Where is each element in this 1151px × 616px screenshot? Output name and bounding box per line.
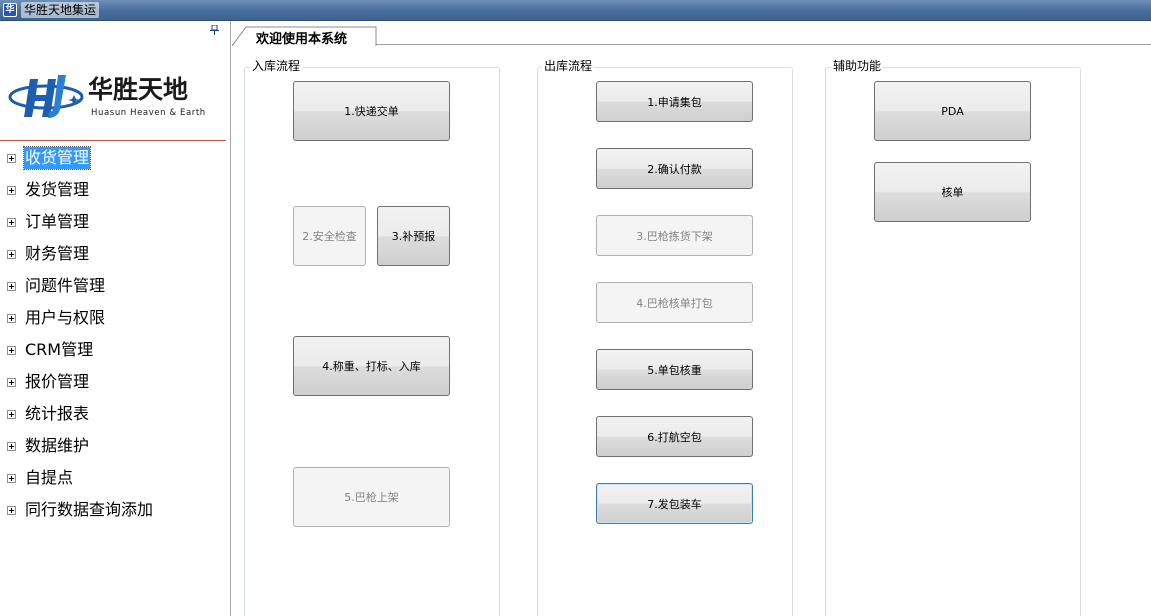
expand-icon[interactable] (7, 346, 16, 355)
nav-item-label[interactable]: CRM管理 (24, 339, 94, 361)
expand-icon[interactable] (7, 474, 16, 483)
app-icon: 华 (3, 3, 17, 17)
express-handover-button[interactable]: 1.快递交单 (293, 81, 450, 141)
pda-button[interactable]: PDA (874, 81, 1031, 141)
expand-icon[interactable] (7, 154, 16, 163)
supplement-forecast-button[interactable]: 3.补预报 (377, 206, 450, 266)
nav-item-label[interactable]: 订单管理 (24, 211, 90, 233)
dispatch-load-button[interactable]: 7.发包装车 (596, 483, 753, 524)
expand-icon[interactable] (7, 314, 16, 323)
nav-item-quotes[interactable]: 报价管理 (0, 367, 230, 399)
expand-icon[interactable] (7, 218, 16, 227)
window-title-bar[interactable]: 华 华胜天地集运 (0, 0, 1151, 21)
request-consolidation-button[interactable]: 1.申请集包 (596, 81, 753, 122)
group-title-outbound: 出库流程 (542, 59, 595, 73)
nav-item-orders[interactable]: 订单管理 (0, 207, 230, 239)
scanner-verify-pack-button[interactable]: 4.巴枪核单打包 (596, 282, 753, 323)
tab-label[interactable]: 欢迎使用本系统 (256, 28, 347, 47)
nav-item-data-maintenance[interactable]: 数据维护 (0, 431, 230, 463)
nav-item-label[interactable]: 统计报表 (24, 403, 90, 425)
group-auxiliary (825, 67, 1081, 616)
nav-item-problem-parcels[interactable]: 问题件管理 (0, 271, 230, 303)
security-check-button[interactable]: 2.安全检查 (293, 206, 366, 266)
group-title-auxiliary: 辅助功能 (831, 59, 884, 73)
tab-strip: 欢迎使用本系统 (232, 21, 1151, 47)
expand-icon[interactable] (7, 442, 16, 451)
tab-welcome[interactable]: 欢迎使用本系统 (232, 26, 377, 47)
air-package-button[interactable]: 6.打航空包 (596, 416, 753, 457)
sidebar: 华胜天地 Huasun Heaven & Earth 收货管理 发货管理 订单管… (0, 21, 231, 616)
nav-item-users-permissions[interactable]: 用户与权限 (0, 303, 230, 335)
nav-item-label[interactable]: 用户与权限 (24, 307, 106, 329)
window-title: 华胜天地集运 (21, 2, 100, 18)
group-title-inbound: 入库流程 (250, 59, 303, 73)
nav-item-receiving[interactable]: 收货管理 (0, 143, 230, 175)
nav-item-label[interactable]: 报价管理 (24, 371, 90, 393)
pin-icon[interactable] (210, 25, 219, 35)
confirm-payment-button[interactable]: 2.确认付款 (596, 148, 753, 189)
expand-icon[interactable] (7, 506, 16, 515)
nav-tree: 收货管理 发货管理 订单管理 财务管理 问题件管理 用户与权限 CRM管理 报价… (0, 143, 230, 527)
nav-item-label[interactable]: 数据维护 (24, 435, 90, 457)
nav-item-finance[interactable]: 财务管理 (0, 239, 230, 271)
nav-item-crm[interactable]: CRM管理 (0, 335, 230, 367)
verify-order-button[interactable]: 核单 (874, 162, 1031, 222)
expand-icon[interactable] (7, 250, 16, 259)
svg-text:Huasun Heaven & Earth: Huasun Heaven & Earth (91, 108, 206, 118)
nav-item-reports[interactable]: 统计报表 (0, 399, 230, 431)
nav-item-label[interactable]: 问题件管理 (24, 275, 106, 297)
weigh-label-store-button[interactable]: 4.称重、打标、入库 (293, 336, 450, 396)
nav-item-label[interactable]: 同行数据查询添加 (24, 499, 154, 521)
company-logo: 华胜天地 Huasun Heaven & Earth (8, 65, 223, 125)
scanner-shelve-button[interactable]: 5.巴枪上架 (293, 467, 450, 527)
nav-item-label[interactable]: 发货管理 (24, 179, 90, 201)
expand-icon[interactable] (7, 378, 16, 387)
nav-item-label[interactable]: 收货管理 (22, 146, 92, 170)
logo-mark-icon: 华胜天地 Huasun Heaven & Earth (8, 75, 206, 118)
nav-item-shipping[interactable]: 发货管理 (0, 175, 230, 207)
expand-icon[interactable] (7, 186, 16, 195)
svg-text:华胜天地: 华胜天地 (88, 75, 188, 104)
single-package-weigh-button[interactable]: 5.单包核重 (596, 349, 753, 390)
expand-icon[interactable] (7, 282, 16, 291)
nav-item-pickup-points[interactable]: 自提点 (0, 463, 230, 495)
nav-item-label[interactable]: 自提点 (24, 467, 74, 489)
scanner-pick-unshelve-button[interactable]: 3.巴枪拣货下架 (596, 215, 753, 256)
nav-item-label[interactable]: 财务管理 (24, 243, 90, 265)
expand-icon[interactable] (7, 410, 16, 419)
app-window: { "window": { "title": "华胜天地集运" }, "logo… (0, 0, 1151, 616)
logo-divider (0, 140, 226, 141)
nav-item-peer-data-query[interactable]: 同行数据查询添加 (0, 495, 230, 527)
